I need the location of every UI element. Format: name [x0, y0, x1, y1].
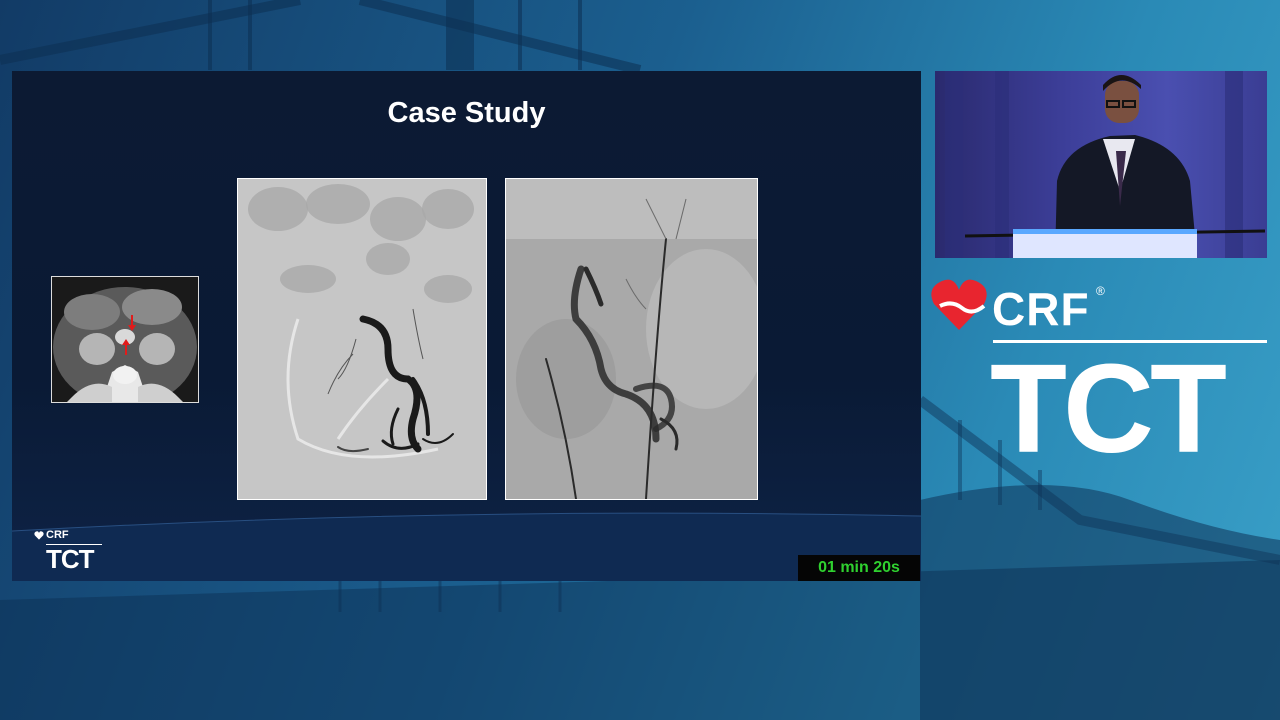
angiogram-image-1: [237, 178, 487, 500]
slide-footer-curve: [12, 512, 921, 581]
countdown-timer: 01 min 20s: [798, 555, 920, 581]
brand-tct-text: TCT: [990, 338, 1227, 479]
presentation-slide: Case Study CRF TCT 01 min 20s: [12, 71, 921, 581]
brand-registered-mark: ®: [1096, 284, 1105, 298]
slide-title: Case Study: [387, 97, 546, 129]
slide-logo-crf-text: CRF: [46, 529, 69, 541]
conference-branding: CRF ® TCT: [930, 278, 1270, 488]
heart-icon: [34, 530, 44, 540]
slide-logo-tct: TCT: [46, 544, 95, 574]
brand-crf-text: CRF: [992, 283, 1090, 335]
slide-logo-crf: CRF: [34, 529, 69, 541]
heart-icon: [931, 279, 987, 330]
angiogram-image-2: [505, 178, 758, 500]
ct-scan-image: [51, 276, 199, 403]
speaker-video-feed: [935, 71, 1267, 258]
slide-logo: CRF TCT: [34, 529, 114, 575]
